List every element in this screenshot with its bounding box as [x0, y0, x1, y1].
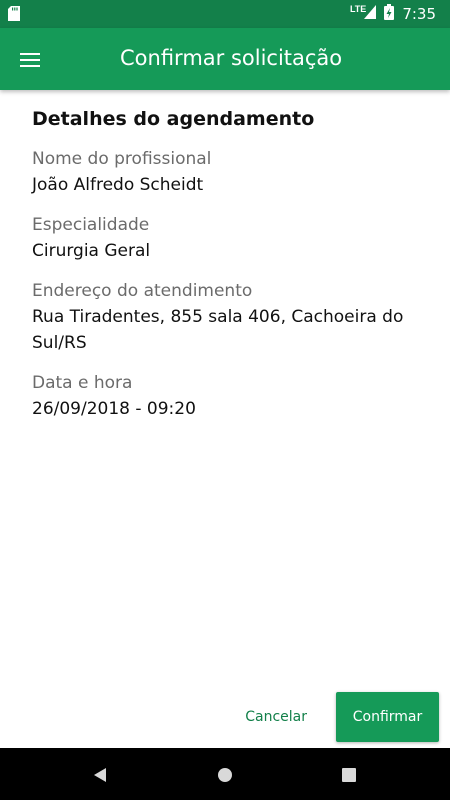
confirm-button[interactable]: Confirmar [336, 692, 439, 742]
field-specialty: Especialidade Cirurgia Geral [32, 212, 422, 264]
field-value: João Alfredo Scheidt [32, 175, 204, 195]
dialog-actions: Cancelar Confirmar [245, 692, 439, 742]
field-label: Nome do profissional [32, 149, 212, 169]
network-type-label: LTE [349, 4, 367, 14]
field-value: Cirurgia Geral [32, 241, 151, 261]
field-label: Endereço do atendimento [32, 281, 253, 301]
field-value: Rua Tiradentes, 855 sala 406, Cachoeira … [32, 307, 404, 353]
battery-charging-icon [384, 3, 395, 25]
field-label: Especialidade [32, 215, 150, 235]
recents-icon[interactable] [338, 764, 360, 786]
navigation-bar [0, 748, 450, 800]
back-icon[interactable] [89, 764, 111, 786]
field-value: 26/09/2018 - 09:20 [32, 399, 196, 419]
field-date-time: Data e hora 26/09/2018 - 09:20 [32, 370, 422, 422]
status-bar: LTE 7:35 [0, 0, 450, 28]
cancel-button[interactable]: Cancelar [245, 709, 307, 725]
field-professional-name: Nome do profissional João Alfredo Scheid… [32, 146, 422, 198]
page-title: Confirmar solicitação [120, 46, 343, 70]
sd-card-icon [8, 6, 20, 26]
section-title: Detalhes do agendamento [32, 108, 315, 130]
app-bar: Confirmar solicitação [0, 28, 450, 90]
field-address: Endereço do atendimento Rua Tiradentes, … [32, 278, 422, 356]
home-icon[interactable] [214, 764, 236, 786]
status-time: 7:35 [402, 5, 436, 23]
details-section: Detalhes do agendamento Nome do profissi… [32, 108, 422, 436]
hamburger-menu-icon[interactable] [10, 40, 50, 80]
field-label: Data e hora [32, 373, 133, 393]
